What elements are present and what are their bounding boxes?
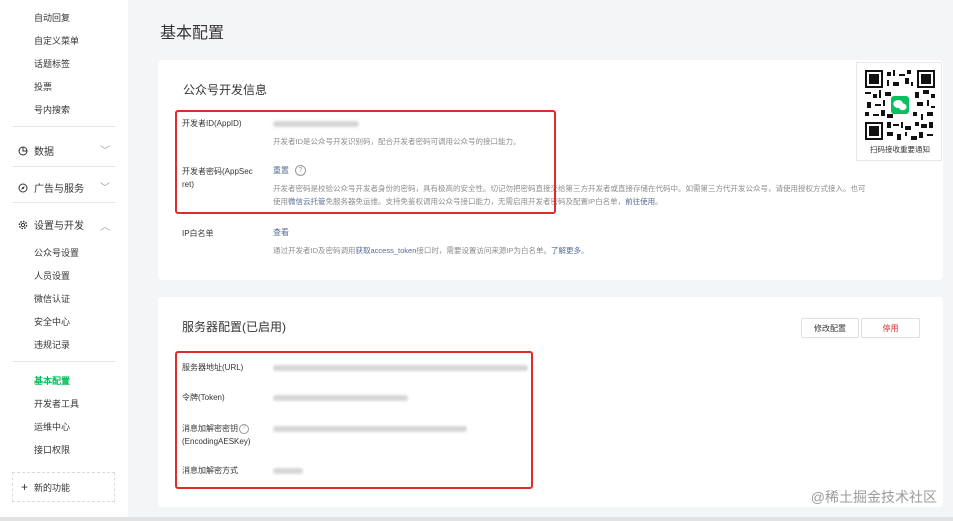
sidebar-divider	[12, 202, 116, 203]
sidebar-item-security[interactable]: 安全中心	[34, 315, 70, 328]
new-function-button[interactable]: + 新的功能	[12, 472, 115, 502]
chevron-up-icon[interactable]: ︿	[100, 218, 110, 233]
sidebar-item-auto-reply[interactable]: 自动回复	[34, 11, 70, 24]
sidebar-item-dev-tools[interactable]: 开发者工具	[34, 397, 79, 410]
gear-icon	[18, 220, 28, 230]
section-title: 服务器配置(已启用)	[182, 320, 286, 334]
access-token-link[interactable]: 获取access_token	[356, 246, 417, 255]
sidebar-item-api-permissions[interactable]: 接口权限	[34, 443, 70, 456]
highlight-box-server	[175, 351, 533, 489]
sidebar-item-verification[interactable]: 微信认证	[34, 292, 70, 305]
sidebar-divider	[12, 166, 116, 167]
sidebar-group-label: 广告与服务	[34, 184, 84, 195]
modify-config-button[interactable]: 修改配置	[801, 318, 859, 338]
highlight-box-credentials	[175, 110, 556, 214]
plus-icon: +	[21, 480, 29, 494]
chevron-down-icon[interactable]: ﹀	[100, 142, 110, 157]
sidebar-group-data[interactable]: 数据	[18, 143, 54, 158]
ip-view-link[interactable]: 查看	[273, 227, 289, 238]
disable-button[interactable]: 停用	[861, 318, 920, 338]
sidebar-group-settings[interactable]: 设置与开发	[18, 217, 84, 232]
ip-whitelist-label: IP白名单	[182, 229, 214, 238]
chevron-down-icon[interactable]: ﹀	[100, 179, 110, 194]
watermark: @稀土掘金技术社区	[810, 489, 937, 505]
qr-caption: 扫码接收重要通知	[870, 145, 930, 154]
sidebar-divider	[12, 126, 116, 127]
page-title: 基本配置	[160, 25, 225, 42]
ip-description: 通过开发者ID及密码调用获取access_token接口时，需要设置访问来源IP…	[273, 246, 589, 255]
qr-code-image	[865, 70, 935, 140]
go-use-link[interactable]: 前往使用	[625, 197, 655, 206]
qr-code-panel: 扫码接收重要通知	[856, 62, 942, 161]
section-title: 公众号开发信息	[183, 83, 268, 97]
sidebar-group-ads[interactable]: 广告与服务	[18, 180, 84, 195]
sidebar-item-account-settings[interactable]: 公众号设置	[34, 246, 79, 259]
sidebar-item-vote[interactable]: 投票	[34, 80, 52, 93]
sidebar-item-basic-config[interactable]: 基本配置	[34, 374, 70, 387]
data-icon	[18, 146, 28, 156]
sidebar: 自动回复 自定义菜单 话题标签 投票 号内搜索 数据 ﹀ 广告与服务 ﹀ 设置与…	[0, 0, 128, 521]
new-function-label: 新的功能	[34, 482, 71, 493]
compass-icon	[18, 183, 28, 193]
sidebar-group-label: 数据	[34, 147, 54, 158]
sidebar-item-custom-menu[interactable]: 自定义菜单	[34, 34, 79, 47]
bottom-bar	[0, 517, 953, 521]
sidebar-item-violations[interactable]: 违规记录	[34, 338, 70, 351]
sidebar-item-ops-center[interactable]: 运维中心	[34, 420, 70, 433]
sidebar-divider	[12, 361, 116, 362]
sidebar-item-topic-tags[interactable]: 话题标签	[34, 57, 70, 70]
sidebar-group-label: 设置与开发	[34, 221, 84, 232]
sidebar-item-search[interactable]: 号内搜索	[34, 103, 70, 116]
learn-more-link[interactable]: 了解更多	[551, 246, 581, 255]
sidebar-item-staff[interactable]: 人员设置	[34, 269, 70, 282]
